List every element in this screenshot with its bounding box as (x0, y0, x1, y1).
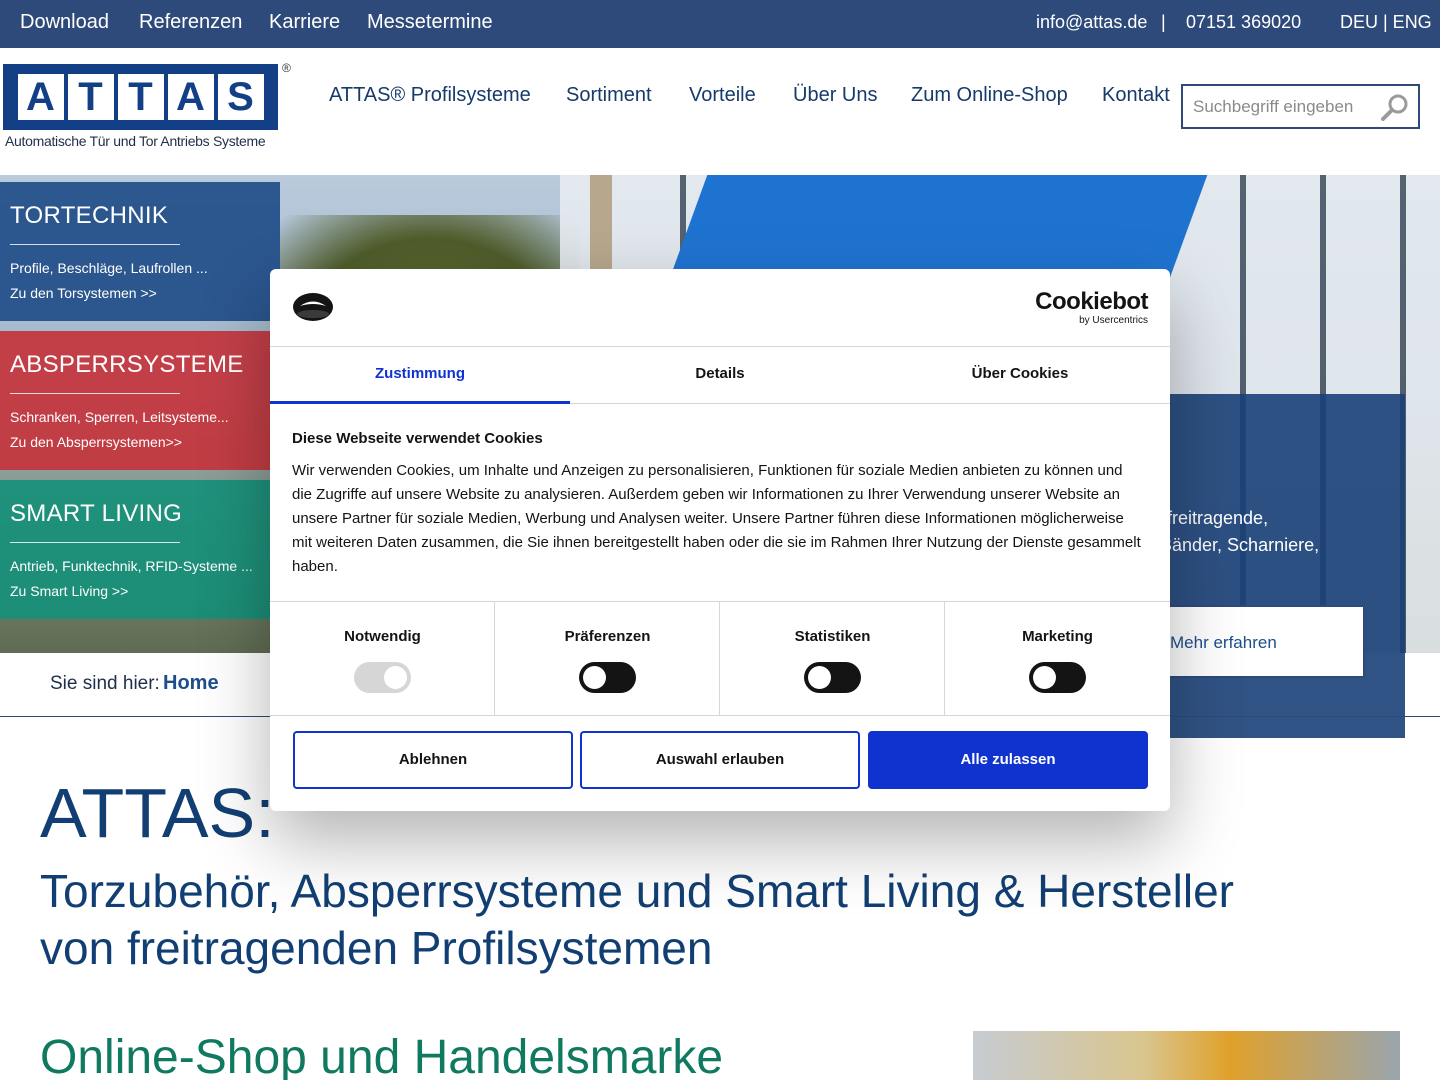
card-title: TORTECHNIK (10, 202, 169, 229)
toggle-knob (583, 666, 606, 689)
toggle-knob (384, 666, 407, 689)
toggle-group-statistiken: Statistiken (720, 602, 945, 716)
cookie-title: Diese Webseite verwendet Cookies (292, 430, 543, 447)
page-subtitle-line2: von freitragenden Profilsystemen (40, 922, 713, 974)
reject-button[interactable]: Ablehnen (293, 731, 573, 789)
cookie-tabs: Zustimmung Details Über Cookies (270, 346, 1170, 404)
topbar-phone[interactable]: 07151 369020 (1186, 12, 1301, 33)
toggle-praeferenzen[interactable] (579, 662, 636, 693)
cookiebot-logo[interactable]: Cookiebot by Usercentrics (1035, 289, 1148, 327)
card-title: ABSPERRSYSTEME (10, 351, 244, 378)
attas-logo[interactable]: A T T A S ® Automatische Tür und Tor Ant… (3, 61, 295, 152)
search-icon[interactable] (1380, 93, 1410, 121)
logo-wordmark: A T T A S (3, 64, 278, 130)
nav-profilsysteme[interactable]: ATTAS® Profilsysteme (329, 84, 531, 107)
mehr-erfahren-label: Mehr erfahren (1170, 633, 1277, 652)
toggle-group-praeferenzen: Präferenzen (495, 602, 720, 716)
toggle-label: Statistiken (794, 628, 871, 645)
card-absperrsysteme[interactable]: ABSPERRSYSTEME Schranken, Sperren, Leits… (0, 331, 280, 470)
section-title: Online-Shop und Handelsmarke (40, 1031, 724, 1080)
breadcrumb-label: Sie sind hier: (50, 673, 160, 694)
card-divider (10, 393, 180, 394)
card-description: Antrieb, Funktechnik, RFID-Systeme ... (10, 558, 253, 574)
hero-text-line: freitragende, (1167, 508, 1269, 528)
topbar-link-download[interactable]: Download (20, 11, 109, 34)
section-image (973, 1031, 1400, 1080)
cookie-description: Wir verwenden Cookies, um Inhalte und An… (292, 462, 1141, 575)
topbar-link-referenzen[interactable]: Referenzen (139, 11, 242, 34)
toggle-marketing[interactable] (1029, 662, 1086, 693)
logo-letter: S (217, 74, 264, 120)
logo-letter: T (117, 74, 164, 120)
search-input[interactable] (1193, 95, 1373, 119)
page-subtitle-line1: Torzubehör, Absperrsysteme und Smart Liv… (40, 865, 1234, 917)
toggle-label: Marketing (1022, 628, 1093, 645)
nav-kontakt[interactable]: Kontakt (1102, 84, 1170, 107)
topbar-separator: | (1161, 12, 1166, 32)
toggle-label: Notwendig (344, 628, 421, 645)
allow-all-button[interactable]: Alle zulassen (868, 731, 1148, 789)
site-header: A T T A S ® Automatische Tür und Tor Ant… (0, 48, 1440, 175)
nav-ueber-uns[interactable]: Über Uns (793, 84, 877, 107)
allow-selection-button[interactable]: Auswahl erlauben (580, 731, 860, 789)
cookie-brand-icon (293, 293, 333, 321)
card-description: Profile, Beschläge, Laufrollen ... (10, 260, 208, 276)
tab-ueber-cookies[interactable]: Über Cookies (870, 347, 1170, 404)
toggle-knob (808, 666, 831, 689)
card-title: SMART LIVING (10, 500, 183, 527)
cookie-consent-dialog: Cookiebot by Usercentrics Zustimmung Det… (270, 269, 1170, 811)
card-link[interactable]: Zu den Torsystemen >> (10, 285, 157, 301)
page-title: ATTAS: (40, 774, 275, 852)
toggle-group-notwendig: Notwendig (270, 602, 495, 716)
nav-vorteile[interactable]: Vorteile (689, 84, 756, 107)
cookiebot-wordmark: Cookiebot (1035, 288, 1148, 315)
tab-details[interactable]: Details (570, 347, 870, 404)
topbar-link-messetermine[interactable]: Messetermine (367, 11, 493, 34)
cookiebot-byline: by Usercentrics (1079, 315, 1148, 326)
card-link[interactable]: Zu Smart Living >> (10, 583, 128, 599)
toggle-notwendig (354, 662, 411, 693)
breadcrumb-home-link[interactable]: Home (163, 672, 219, 695)
nav-online-shop[interactable]: Zum Online-Shop (911, 84, 1068, 107)
logo-letter: T (67, 74, 114, 120)
card-divider (10, 244, 180, 245)
tab-zustimmung[interactable]: Zustimmung (270, 347, 570, 404)
card-tortechnik[interactable]: TORTECHNIK Profile, Beschläge, Laufrolle… (0, 182, 280, 321)
logo-registered-mark: ® (282, 61, 291, 75)
logo-letter: A (167, 74, 214, 120)
topbar-email[interactable]: info@attas.de (1036, 12, 1147, 33)
topbar-link-karriere[interactable]: Karriere (269, 11, 340, 34)
toggle-label: Präferenzen (564, 628, 651, 645)
toggle-statistiken[interactable] (804, 662, 861, 693)
hero-text-line: Bänder, Scharniere, (1160, 535, 1320, 555)
logo-letter: A (17, 74, 64, 120)
card-description: Schranken, Sperren, Leitsysteme... (10, 409, 229, 425)
toggle-knob (1033, 666, 1056, 689)
toggle-group-marketing: Marketing (945, 602, 1170, 716)
cookie-category-toggles: Notwendig Präferenzen Statistiken Market… (270, 601, 1170, 716)
card-link[interactable]: Zu den Absperrsystemen>> (10, 434, 182, 450)
language-switch[interactable]: DEU | ENG (1340, 12, 1432, 33)
card-divider (10, 542, 180, 543)
search-box (1181, 84, 1420, 129)
top-bar: Download Referenzen Karriere Messetermin… (0, 0, 1440, 48)
logo-subtitle: Automatische Tür und Tor Antriebs System… (5, 133, 266, 149)
nav-sortiment[interactable]: Sortiment (566, 84, 652, 107)
card-smart-living[interactable]: SMART LIVING Antrieb, Funktechnik, RFID-… (0, 480, 280, 619)
